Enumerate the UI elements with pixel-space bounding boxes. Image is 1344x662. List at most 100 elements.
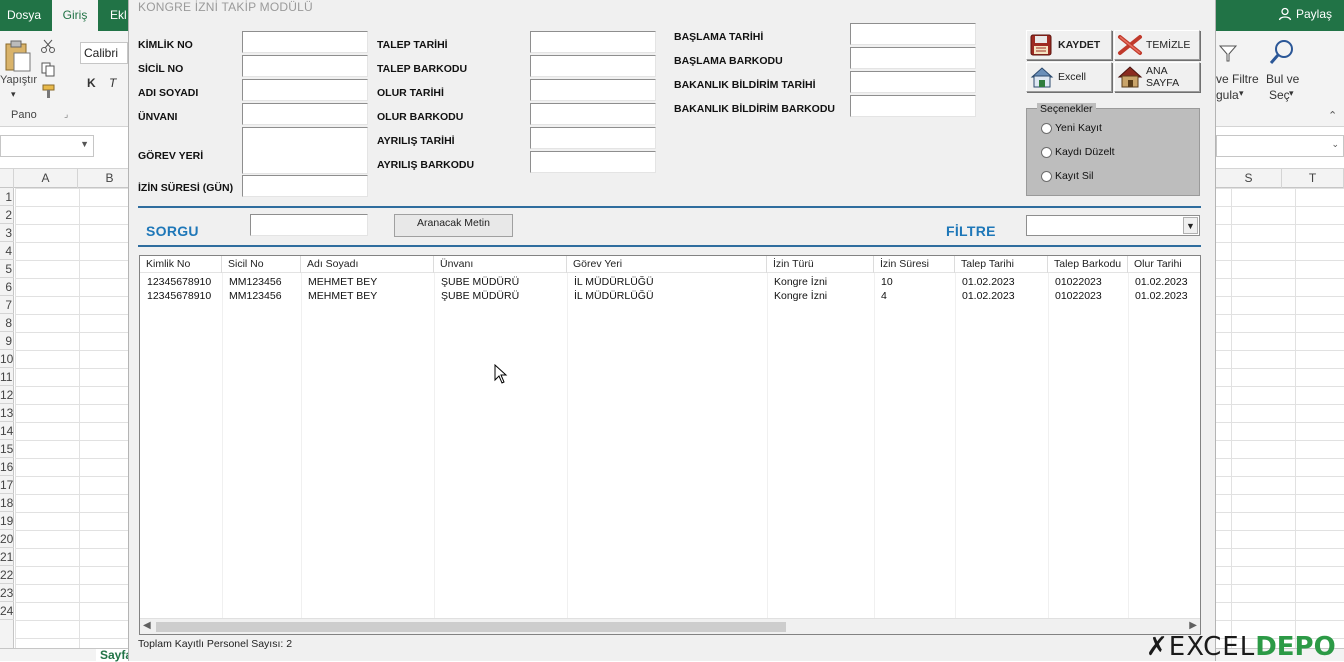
share-button[interactable]: Paylaş (1278, 7, 1332, 21)
row-header[interactable]: 4 (0, 242, 14, 260)
row-header[interactable]: 8 (0, 314, 14, 332)
scroll-right-icon[interactable]: ▶ (1189, 620, 1197, 631)
row-header[interactable]: 22 (0, 566, 14, 584)
talep-barkodu-input[interactable] (530, 55, 656, 77)
row-header[interactable]: 19 (0, 512, 14, 530)
scroll-left-icon[interactable]: ◀ (143, 620, 151, 631)
find-select-label-1[interactable]: Bul ve (1266, 72, 1299, 86)
cell-izin-suresi: 4 (881, 290, 887, 302)
row-header[interactable]: 11 (0, 368, 14, 386)
cell-talep-barkodu: 01022023 (1055, 276, 1102, 288)
italic-button[interactable]: T (109, 76, 116, 90)
find-dropdown-icon[interactable]: ▾ (1289, 88, 1294, 99)
scroll-thumb[interactable] (156, 622, 786, 632)
paste-icon[interactable] (2, 39, 32, 73)
tab-dosya[interactable]: Dosya (3, 0, 45, 31)
radio-kaydi-duzelt[interactable]: Kaydı Düzelt (1041, 146, 1115, 158)
radio-kayit-sil[interactable]: Kayıt Sil (1041, 170, 1094, 182)
column-header-talep-tarihi[interactable]: Talep Tarihi (955, 256, 1048, 273)
column-header-gorev-yeri[interactable]: Görev Yeri (567, 256, 767, 273)
row-header[interactable]: 24 (0, 602, 14, 620)
row-header[interactable]: 18 (0, 494, 14, 512)
gorev-yeri-input[interactable] (242, 127, 368, 174)
chevron-down-icon[interactable]: ▼ (1183, 217, 1198, 234)
row-header[interactable]: 21 (0, 548, 14, 566)
olur-barkodu-input[interactable] (530, 103, 656, 125)
sort-filter-label-2[interactable]: gula (1216, 88, 1239, 102)
row-header[interactable]: 13 (0, 404, 14, 422)
row-header[interactable]: 23 (0, 584, 14, 602)
paste-dropdown-icon[interactable]: ▾ (11, 89, 16, 100)
row-header[interactable]: 7 (0, 296, 14, 314)
find-select-label-2[interactable]: Seç (1269, 88, 1290, 102)
cut-icon[interactable] (40, 38, 56, 54)
name-box[interactable]: ▼ (0, 135, 94, 157)
temizle-button[interactable]: TEMİZLE (1114, 30, 1200, 60)
collapse-ribbon-icon[interactable]: ⌃ (1328, 109, 1337, 122)
row-header[interactable]: 2 (0, 206, 14, 224)
adi-soyadi-input[interactable] (242, 79, 368, 101)
tab-ekle[interactable]: Ekl (106, 0, 131, 31)
cell-sicil-no: MM123456 (229, 276, 282, 288)
records-listview[interactable]: Kimlik No Sicil No Adı Soyadı Ünvanı Gör… (139, 255, 1201, 635)
column-header-izin-suresi[interactable]: İzin Süresi (874, 256, 955, 273)
column-header-talep-barkodu[interactable]: Talep Barkodu (1048, 256, 1128, 273)
sicil-no-input[interactable] (242, 55, 368, 77)
format-painter-icon[interactable] (40, 83, 58, 99)
column-header[interactable]: S (1216, 169, 1282, 188)
expand-formula-icon[interactable]: ⌄ (1331, 139, 1339, 150)
filter-icon[interactable] (1218, 43, 1238, 63)
row-header[interactable]: 1 (0, 188, 14, 206)
excel-export-button[interactable]: Excell (1026, 62, 1112, 92)
kimlik-no-input[interactable] (242, 31, 368, 53)
sort-filter-dropdown-icon[interactable]: ▾ (1239, 88, 1244, 99)
bakanlik-bildirim-tarihi-input[interactable] (850, 71, 976, 93)
column-header-izin-turu[interactable]: İzin Türü (767, 256, 874, 273)
olur-tarihi-input[interactable] (530, 79, 656, 101)
filtre-combobox[interactable]: ▼ (1026, 215, 1200, 236)
row-header[interactable]: 10 (0, 350, 14, 368)
radio-yeni-kayit[interactable]: Yeni Kayıt (1041, 122, 1102, 134)
column-header-adi-soyadi[interactable]: Adı Soyadı (301, 256, 434, 273)
baslama-tarihi-input[interactable] (850, 23, 976, 45)
copy-icon[interactable] (40, 61, 56, 77)
kaydet-button[interactable]: KAYDET (1026, 30, 1112, 60)
ana-sayfa-button[interactable]: ANA SAYFA (1114, 62, 1200, 92)
font-name-box[interactable]: Calibri (80, 42, 128, 64)
row-header[interactable]: 20 (0, 530, 14, 548)
baslama-barkodu-input[interactable] (850, 47, 976, 69)
row-header[interactable]: 5 (0, 260, 14, 278)
column-header-sicil-no[interactable]: Sicil No (222, 256, 301, 273)
column-header-unvani[interactable]: Ünvanı (434, 256, 567, 273)
row-header[interactable]: 17 (0, 476, 14, 494)
unvani-input[interactable] (242, 103, 368, 125)
options-frame-caption: Seçenekler (1037, 103, 1096, 115)
izin-suresi-input[interactable] (242, 175, 368, 197)
find-icon[interactable] (1268, 38, 1296, 66)
ayrilis-barkodu-input[interactable] (530, 151, 656, 173)
select-all-corner[interactable] (0, 169, 14, 188)
bold-button[interactable]: K (87, 76, 96, 90)
horizontal-scrollbar[interactable]: ◀ ▶ (140, 618, 1200, 634)
formula-bar[interactable]: ⌄ (1216, 135, 1344, 157)
sort-filter-label-1[interactable]: ve Filtre (1216, 72, 1259, 86)
sorgu-input[interactable] (250, 214, 368, 236)
row-header[interactable]: 15 (0, 440, 14, 458)
row-header[interactable]: 16 (0, 458, 14, 476)
row-header[interactable]: 9 (0, 332, 14, 350)
row-header[interactable]: 3 (0, 224, 14, 242)
row-header[interactable]: 14 (0, 422, 14, 440)
dialog-launcher-icon[interactable]: ⌟ (64, 109, 68, 120)
column-header[interactable]: A (14, 169, 78, 188)
row-header[interactable]: 6 (0, 278, 14, 296)
column-header-olur-tarihi[interactable]: Olur Tarihi (1128, 256, 1200, 273)
bakanlik-bildirim-barkodu-input[interactable] (850, 95, 976, 117)
row-header[interactable]: 12 (0, 386, 14, 404)
talep-tarihi-input[interactable] (530, 31, 656, 53)
column-header[interactable]: T (1282, 169, 1344, 188)
ayrilis-tarihi-input[interactable] (530, 127, 656, 149)
column-header-kimlik-no[interactable]: Kimlik No (140, 256, 222, 273)
table-row[interactable]: 12345678910 MM123456 MEHMET BEY ŞUBE MÜD… (140, 289, 1200, 303)
tab-giris[interactable]: Giriş (52, 0, 98, 31)
table-row[interactable]: 12345678910 MM123456 MEHMET BEY ŞUBE MÜD… (140, 275, 1200, 289)
